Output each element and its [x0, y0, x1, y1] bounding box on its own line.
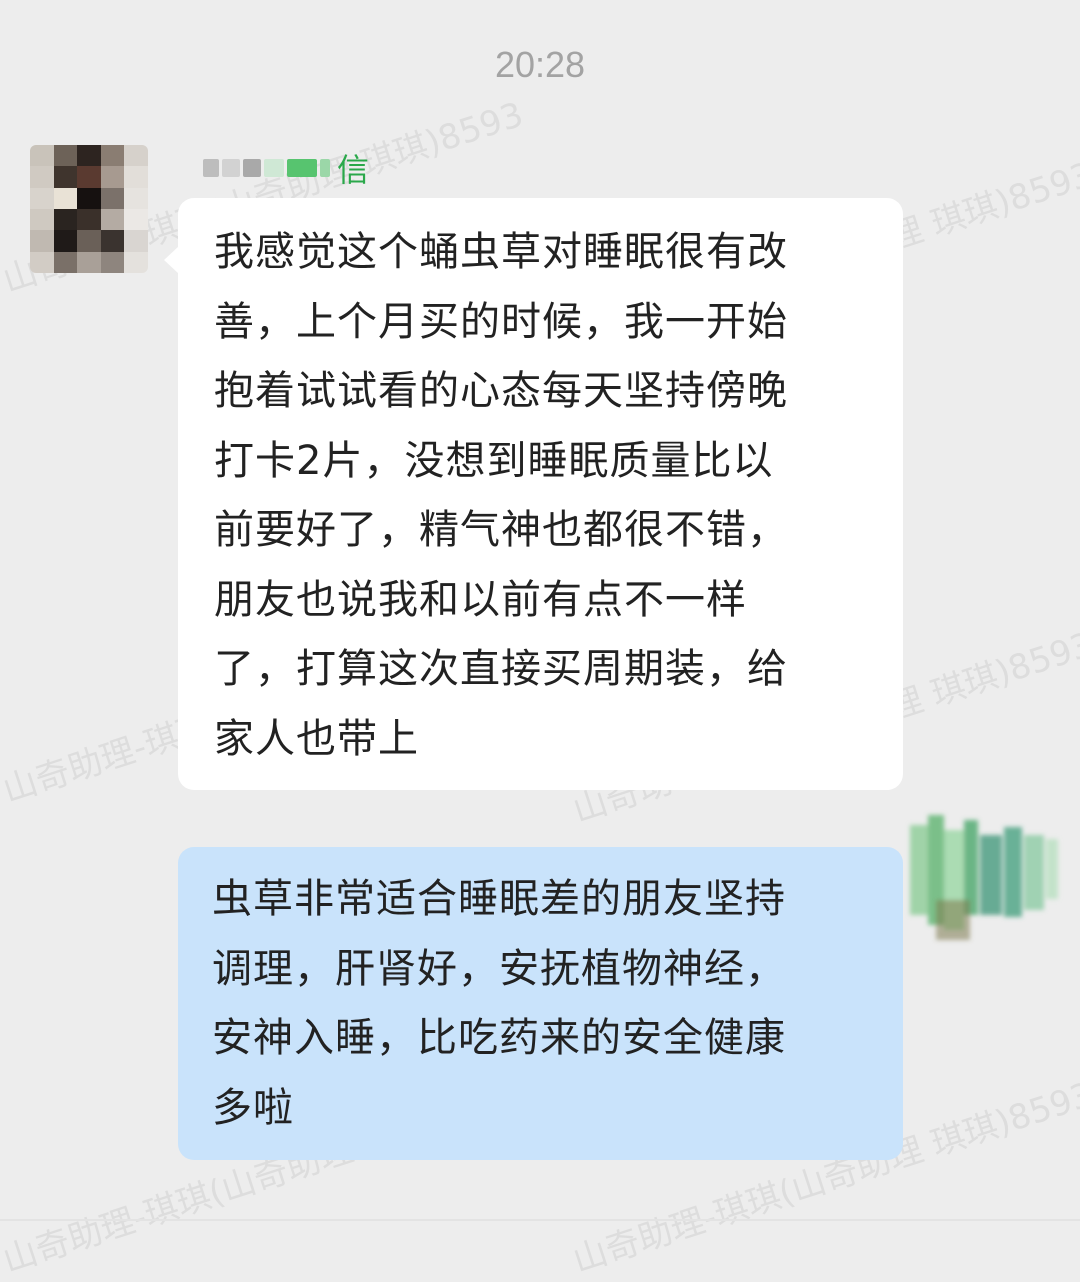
message-line: 虫草非常适合睡眠差的朋友坚持: [212, 876, 786, 922]
sender-name: 信: [203, 148, 370, 189]
name-mosaic: [222, 159, 240, 177]
name-mosaic: [320, 159, 330, 177]
message-line: 安神入睡，比吃药来的安全健康: [212, 1015, 786, 1061]
message-line: 我感觉这个蛹虫草对睡眠很有改: [214, 229, 788, 275]
message-line: 家人也带上: [214, 715, 419, 762]
message-line: 抱着试试看的心态每天坚持傍晚: [214, 368, 788, 414]
sticker-decoration: [910, 815, 1058, 940]
message-line: 调理，肝肾好，安抚植物神经，: [212, 945, 786, 992]
avatar[interactable]: [30, 145, 148, 273]
message-line: 善，上个月买的时候，我一开始: [214, 298, 788, 345]
message-line: 前要好了，精气神也都很不错，: [214, 507, 788, 553]
name-mosaic: [287, 159, 317, 177]
name-mosaic: [243, 159, 261, 177]
outgoing-message-bubble[interactable]: 虫草非常适合睡眠差的朋友坚持 调理，肝肾好，安抚植物神经， 安神入睡，比吃药来的…: [178, 847, 903, 1160]
incoming-message-bubble[interactable]: 我感觉这个蛹虫草对睡眠很有改 善，上个月买的时候，我一开始 抱着试试看的心态每天…: [164, 198, 903, 790]
message-line: 朋友也说我和以前有点不一样: [214, 576, 747, 623]
message-line: 了，打算这次直接买周期装，给: [214, 646, 788, 692]
name-mosaic: [264, 159, 284, 177]
message-line: 打卡2片，没想到睡眠质量比以: [214, 437, 774, 484]
sender-name-visible: 信: [337, 151, 370, 189]
message-line: 多啦: [212, 1084, 294, 1131]
message-timestamp: 20:28: [494, 44, 586, 85]
name-mosaic: [203, 159, 219, 177]
divider: [0, 1219, 1080, 1221]
